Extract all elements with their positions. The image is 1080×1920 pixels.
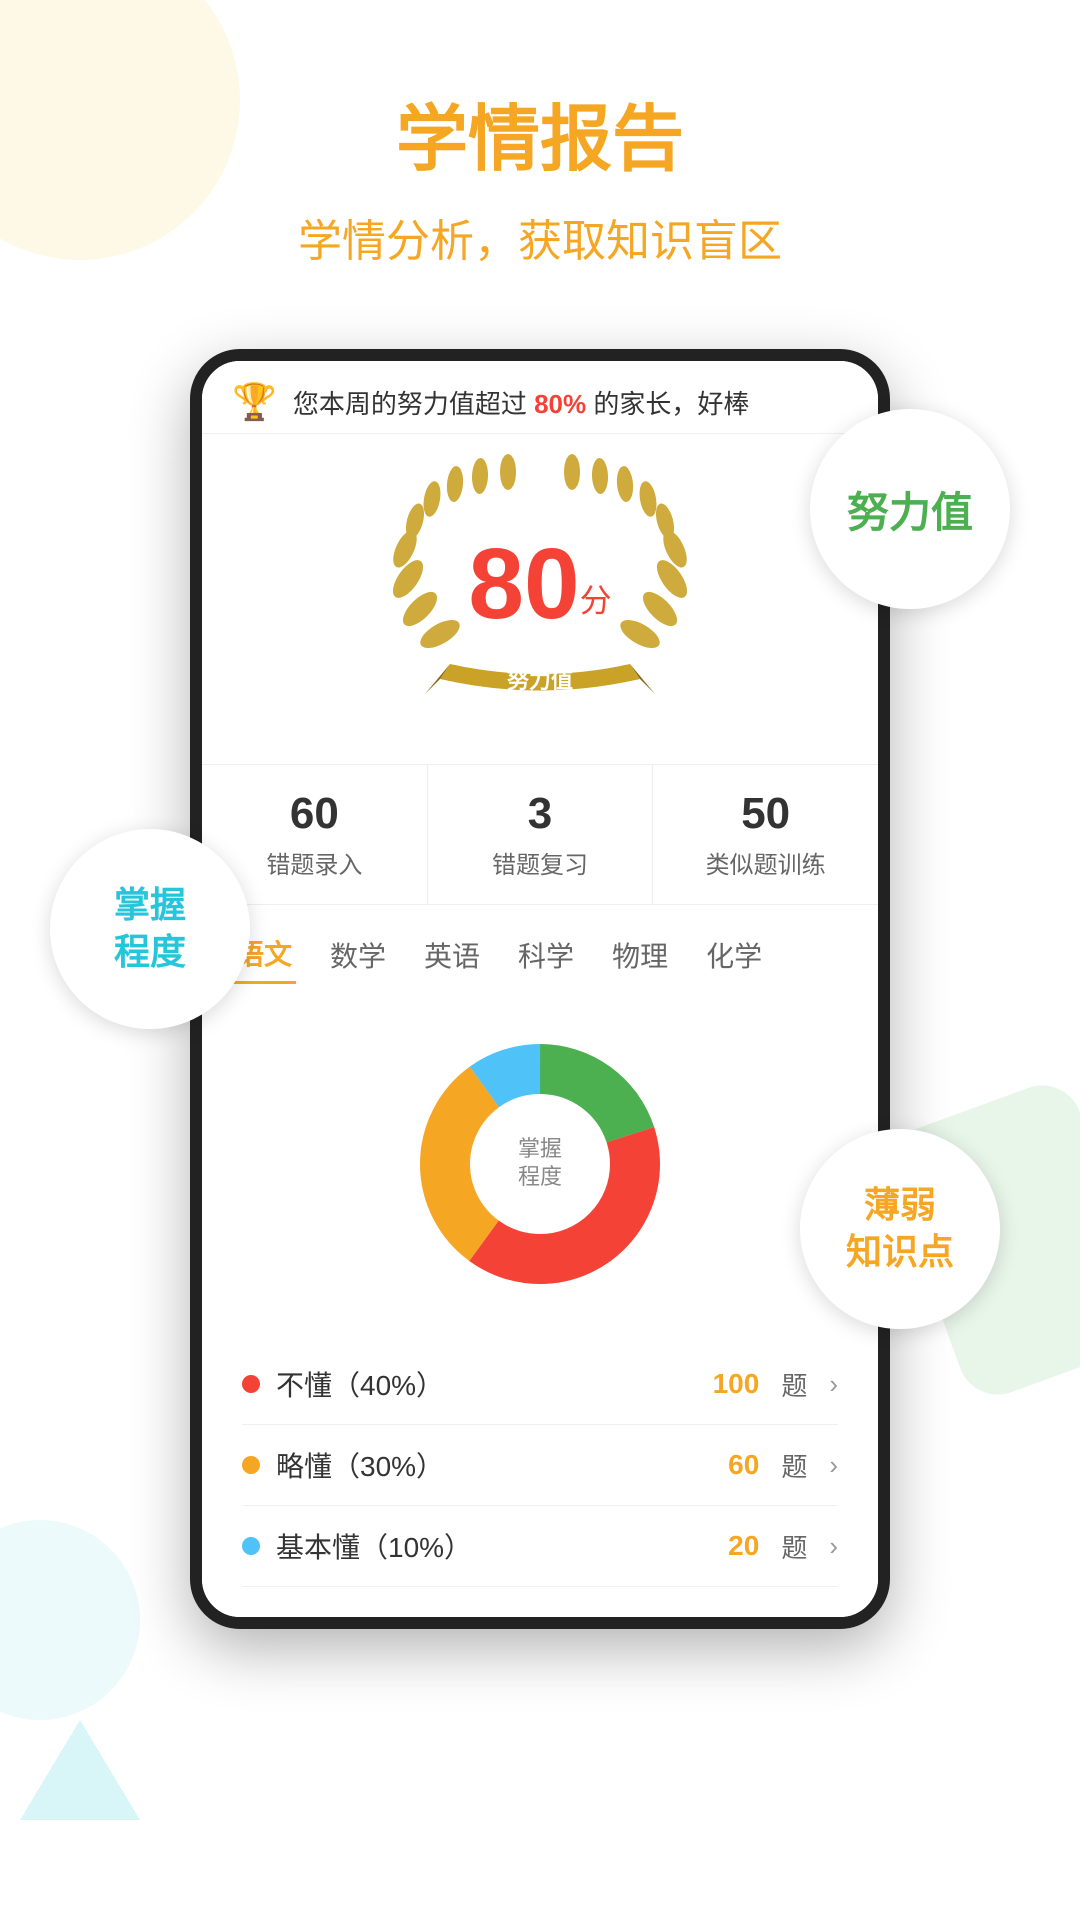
phone-screen: 🏆 您本周的努力值超过 80% 的家长，好棒 (202, 361, 878, 1617)
legend-item-0[interactable]: 不懂（40%） 100 题 › (242, 1344, 838, 1425)
score-display: 80分 (468, 534, 611, 634)
notification-text: 您本周的努力值超过 80% 的家长，好棒 (293, 384, 848, 421)
stat-number-2: 50 (663, 789, 868, 839)
score-unit: 分 (580, 583, 612, 619)
stat-label-2: 类似题训练 (663, 845, 868, 880)
stat-number-0: 60 (212, 789, 417, 839)
score-section: 努力值 80分 (202, 434, 878, 764)
legend-count-1: 60 (728, 1449, 759, 1481)
stat-item-2: 50 类似题训练 (653, 765, 878, 904)
chart-section: 掌握 程度 (202, 1004, 878, 1334)
legend-dot-0 (242, 1375, 260, 1393)
donut-svg: 掌握 程度 (400, 1024, 680, 1304)
legend-label-0: 不懂（40%） (276, 1364, 697, 1404)
stat-item-1: 3 错题复习 (428, 765, 654, 904)
legend-label-1: 略懂（30%） (276, 1445, 712, 1485)
main-content: 学情报告 学情分析，获取知识盲区 努力值 掌握程度 薄弱知识点 🏆 您本周的努力… (0, 0, 1080, 1669)
trophy-icon: 🏆 (232, 381, 277, 423)
float-label-mastery: 掌握程度 (50, 829, 250, 1029)
notification-bar: 🏆 您本周的努力值超过 80% 的家长，好棒 (202, 361, 878, 434)
donut-chart: 掌握 程度 (400, 1024, 680, 1304)
tab-physics[interactable]: 物理 (608, 927, 672, 983)
header-section: 学情报告 学情分析，获取知识盲区 (0, 0, 1080, 309)
tab-english[interactable]: 英语 (420, 927, 484, 983)
stat-number-1: 3 (438, 789, 643, 839)
legend-unit-0: 题 (781, 1366, 807, 1403)
score-number: 80 (468, 528, 579, 640)
highlight-80: 80% (534, 389, 586, 419)
legend-dot-1 (242, 1456, 260, 1474)
legend-label-2: 基本懂（10%） (276, 1526, 712, 1566)
svg-text:努力值: 努力值 (507, 668, 573, 693)
weak-label-text: 薄弱知识点 (846, 1182, 954, 1276)
legend-count-0: 100 (713, 1368, 760, 1400)
legend-list: 不懂（40%） 100 题 › 略懂（30%） 60 题 › 基本懂 (202, 1334, 878, 1617)
float-label-effort: 努力值 (810, 409, 1010, 609)
stat-label-1: 错题复习 (438, 845, 643, 880)
legend-count-2: 20 (728, 1530, 759, 1562)
legend-arrow-1: › (829, 1450, 838, 1481)
legend-dot-2 (242, 1537, 260, 1555)
legend-item-2[interactable]: 基本懂（10%） 20 题 › (242, 1506, 838, 1587)
tab-chemistry[interactable]: 化学 (702, 927, 766, 983)
svg-text:掌握: 掌握 (518, 1136, 562, 1161)
legend-arrow-2: › (829, 1531, 838, 1562)
laurel-container: 努力值 80分 (380, 454, 700, 734)
phone-container: 努力值 掌握程度 薄弱知识点 🏆 您本周的努力值超过 80% 的家长，好棒 (130, 349, 950, 1629)
legend-arrow-0: › (829, 1369, 838, 1400)
bg-triangle-bottom-left (20, 1720, 140, 1820)
float-label-weak: 薄弱知识点 (800, 1129, 1000, 1329)
svg-text:程度: 程度 (518, 1164, 562, 1189)
tab-science[interactable]: 科学 (514, 927, 578, 983)
main-title: 学情报告 (40, 80, 1040, 185)
legend-unit-2: 题 (781, 1528, 807, 1565)
stats-row: 60 错题录入 3 错题复习 50 类似题训练 (202, 764, 878, 905)
legend-unit-1: 题 (781, 1447, 807, 1484)
subtitle: 学情分析，获取知识盲区 (40, 205, 1040, 269)
tab-math[interactable]: 数学 (326, 927, 390, 983)
stat-label-0: 错题录入 (212, 845, 417, 880)
effort-label-text: 努力值 (847, 479, 973, 540)
mastery-label-text: 掌握程度 (114, 882, 186, 976)
legend-item-1[interactable]: 略懂（30%） 60 题 › (242, 1425, 838, 1506)
phone-mockup: 🏆 您本周的努力值超过 80% 的家长，好棒 (190, 349, 890, 1629)
subject-tabs: 语文 数学 英语 科学 物理 化学 (202, 905, 878, 1004)
